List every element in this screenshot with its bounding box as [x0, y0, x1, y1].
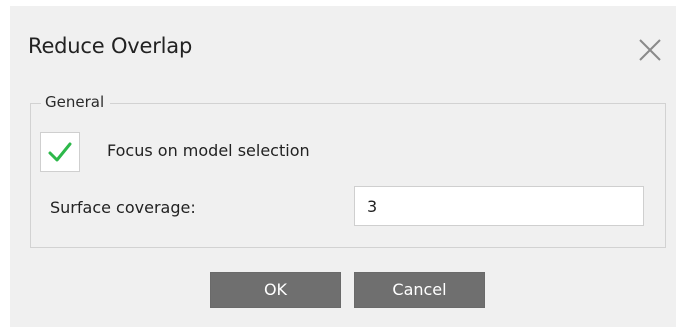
reduce-overlap-dialog: Reduce Overlap General Focus on model se…	[10, 6, 676, 327]
focus-on-model-selection-checkbox[interactable]	[40, 132, 80, 172]
close-button[interactable]	[638, 38, 662, 62]
close-icon	[639, 39, 661, 61]
cancel-button[interactable]: Cancel	[354, 272, 485, 308]
ok-button[interactable]: OK	[210, 272, 341, 308]
surface-coverage-label: Surface coverage:	[50, 198, 196, 217]
general-group: General	[30, 93, 666, 248]
surface-coverage-input[interactable]	[354, 186, 644, 226]
focus-on-model-selection-label[interactable]: Focus on model selection	[107, 141, 310, 160]
checkmark-icon	[48, 142, 72, 162]
dialog-title: Reduce Overlap	[28, 34, 193, 58]
general-group-legend: General	[41, 93, 111, 111]
